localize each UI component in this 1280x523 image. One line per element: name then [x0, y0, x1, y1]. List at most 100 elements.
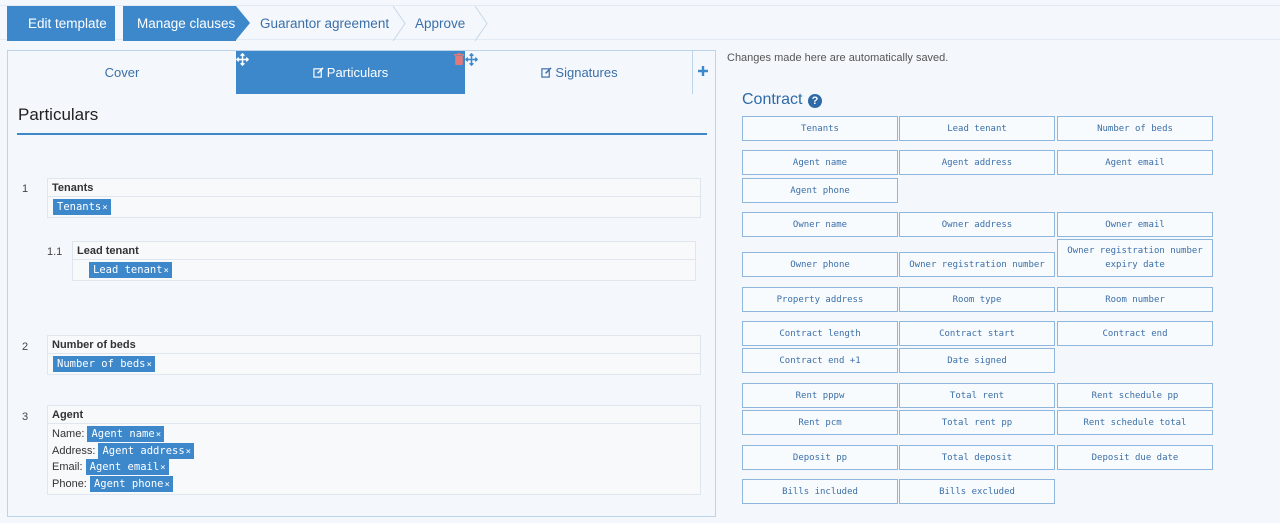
clause-number: 2 — [22, 341, 29, 353]
section-title: Particulars — [18, 105, 99, 124]
clause-title: Tenants — [48, 179, 700, 197]
breadcrumb-step-manage-clauses[interactable]: Manage clauses — [123, 6, 236, 41]
remove-token-icon[interactable]: × — [164, 266, 169, 276]
variable-button[interactable]: Owner phone — [742, 252, 898, 277]
remove-token-icon[interactable]: × — [186, 447, 191, 457]
variable-token[interactable]: Agent name× — [87, 426, 165, 442]
variable-button[interactable]: Deposit due date — [1057, 445, 1213, 470]
clause-agent[interactable]: Agent Name: Agent name× Address: Agent a… — [47, 405, 701, 495]
variable-button[interactable]: Owner email — [1057, 212, 1213, 237]
section-title-rule — [17, 133, 707, 135]
variable-button[interactable]: Owner name — [742, 212, 898, 237]
field-label: Name: — [52, 428, 85, 440]
token-label: Tenants — [57, 201, 102, 213]
tab-cover[interactable]: Cover — [8, 51, 236, 94]
clause-tenants[interactable]: Tenants Tenants× — [47, 178, 701, 218]
clause-number-of-beds[interactable]: Number of beds Number of beds× — [47, 335, 701, 375]
clause-lead-tenant[interactable]: Lead tenant Lead tenant× — [72, 241, 696, 281]
tab-signatures[interactable]: Signatures — [465, 51, 694, 94]
token-label: Lead tenant — [93, 264, 163, 276]
variable-button[interactable]: Contract length — [742, 321, 898, 346]
variable-button[interactable]: Agent phone — [742, 178, 898, 203]
variables-title: Contract — [742, 91, 803, 108]
variable-button[interactable]: Rent pcm — [742, 410, 898, 435]
variable-button[interactable]: Date signed — [899, 348, 1055, 373]
variable-token[interactable]: Lead tenant× — [89, 262, 172, 278]
edit-icon — [313, 67, 324, 78]
token-label: Agent name — [91, 428, 155, 440]
token-label: Agent phone — [93, 477, 164, 490]
tab-label: Cover — [104, 65, 140, 80]
variable-button[interactable]: Owner address — [899, 212, 1055, 237]
move-icon[interactable] — [465, 53, 478, 66]
tab-label: Particulars — [326, 65, 389, 80]
chevron-right-icon — [392, 6, 406, 41]
variable-button[interactable]: Property address — [742, 287, 898, 312]
tab-particulars[interactable]: Particulars — [236, 51, 465, 94]
clause-title: Agent — [48, 406, 700, 424]
variable-button[interactable]: Agent name — [742, 150, 898, 175]
clause-editor-panel: Cover Particulars Signatures Particulars… — [7, 50, 716, 517]
remove-token-icon[interactable]: × — [102, 203, 107, 213]
plus-icon[interactable] — [697, 65, 709, 77]
variable-button[interactable]: Bills included — [742, 479, 898, 504]
breadcrumb-label: Manage clauses — [137, 16, 236, 31]
tab-divider — [692, 51, 693, 94]
variable-button[interactable]: Rent pppw — [742, 383, 898, 408]
variable-button[interactable]: Number of beds — [1057, 116, 1213, 141]
field-label: Phone: — [52, 477, 87, 490]
clause-number: 1 — [22, 183, 29, 195]
variable-button[interactable]: Total rent — [899, 383, 1055, 408]
variable-button[interactable]: Rent schedule total — [1057, 410, 1213, 435]
remove-token-icon[interactable]: × — [160, 463, 165, 473]
variable-button[interactable]: Bills excluded — [899, 479, 1055, 504]
variable-button[interactable]: Rent schedule pp — [1057, 383, 1213, 408]
clause-title: Number of beds — [48, 336, 700, 354]
variable-button[interactable]: Room number — [1057, 287, 1213, 312]
breadcrumb-label: Edit template — [28, 16, 107, 31]
variable-token[interactable]: Tenants× — [53, 199, 111, 215]
variable-token[interactable]: Agent address× — [98, 442, 195, 459]
clause-number: 1.1 — [47, 246, 63, 258]
chevron-right-icon — [474, 6, 488, 41]
variable-button[interactable]: Agent email — [1057, 150, 1213, 175]
breadcrumb: Edit template Manage clauses Guarantor a… — [0, 5, 1280, 41]
variable-button[interactable]: Contract start — [899, 321, 1055, 346]
remove-token-icon[interactable]: × — [164, 480, 169, 490]
clause-body: Tenants× — [48, 197, 700, 218]
agent-email-field: Email: Agent email× — [52, 459, 696, 476]
help-icon[interactable]: ? — [808, 94, 822, 108]
breadcrumb-step-guarantor-agreement[interactable]: Guarantor agreement — [250, 6, 390, 41]
agent-name-field: Name: Agent name× — [52, 426, 696, 443]
variable-button[interactable]: Deposit pp — [742, 445, 898, 470]
variable-button[interactable]: Contract end +1 — [742, 348, 898, 373]
variable-token[interactable]: Number of beds× — [53, 356, 155, 372]
section-tabs: Cover Particulars Signatures — [8, 51, 715, 94]
agent-address-field: Address: Agent address× — [52, 442, 696, 460]
variable-button[interactable]: Contract end — [1057, 321, 1213, 346]
variable-button[interactable]: Lead tenant — [899, 116, 1055, 141]
clause-body: Lead tenant× — [73, 260, 695, 281]
variable-button[interactable]: Tenants — [742, 116, 898, 141]
breadcrumb-step-approve[interactable]: Approve — [405, 6, 475, 41]
variable-token[interactable]: Agent email× — [85, 459, 169, 475]
variable-button[interactable]: Owner registration number expiry date — [1057, 239, 1213, 277]
clause-number: 3 — [22, 411, 29, 423]
move-icon[interactable] — [236, 53, 249, 66]
breadcrumb-label: Approve — [415, 16, 466, 31]
trash-icon[interactable] — [454, 53, 464, 65]
variable-button[interactable]: Total deposit — [899, 445, 1055, 470]
token-label: Number of beds — [57, 358, 146, 370]
remove-token-icon[interactable]: × — [147, 360, 152, 370]
remove-token-icon[interactable]: × — [156, 430, 161, 440]
token-label: Agent address — [102, 444, 185, 457]
breadcrumb-step-edit-template[interactable]: Edit template — [7, 6, 115, 41]
variable-button[interactable]: Owner registration number — [899, 252, 1055, 277]
token-label: Agent email — [89, 461, 160, 473]
variable-button[interactable]: Agent address — [899, 150, 1055, 175]
tab-label: Signatures — [555, 65, 618, 80]
variable-token[interactable]: Agent phone× — [89, 475, 173, 492]
variable-button[interactable]: Room type — [899, 287, 1055, 312]
variable-button[interactable]: Total rent pp — [899, 410, 1055, 435]
agent-phone-field: Phone: Agent phone× — [52, 475, 696, 493]
